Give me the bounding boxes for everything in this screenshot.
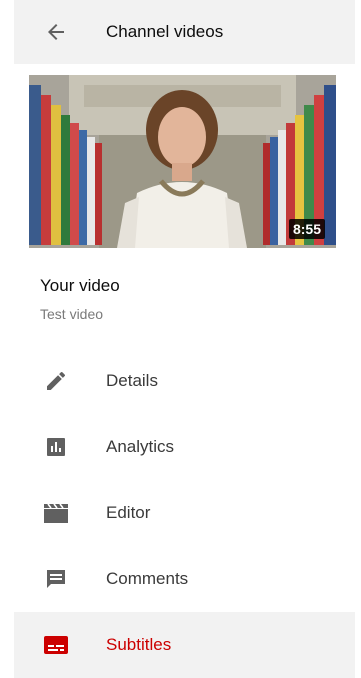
arrow-left-icon	[48, 24, 64, 40]
video-title: Your video	[40, 276, 120, 295]
menu-item-label: Analytics	[106, 437, 175, 456]
clapperboard-icon	[42, 499, 70, 527]
menu-item-label: Subtitles	[106, 635, 172, 654]
pencil-icon	[42, 367, 70, 395]
video-subtitle: Test video	[40, 306, 104, 322]
menu-item-details[interactable]: Details	[14, 348, 355, 414]
menu-item-analytics[interactable]: Analytics	[14, 414, 355, 480]
video-duration: 8:55	[288, 219, 325, 239]
video-menu: Details Analytics Editor Comments Subtit…	[14, 348, 355, 678]
menu-item-comments[interactable]: Comments	[14, 546, 355, 612]
subtitles-icon	[42, 631, 70, 659]
menu-item-editor[interactable]: Editor	[14, 480, 355, 546]
comment-icon	[42, 565, 70, 593]
menu-item-label: Editor	[106, 503, 151, 522]
menu-item-subtitles[interactable]: Subtitles	[14, 612, 355, 678]
page-title: Channel videos	[106, 22, 224, 41]
back-button[interactable]	[36, 12, 76, 52]
menu-item-label: Comments	[106, 569, 189, 588]
top-bar: Channel videos	[14, 0, 355, 64]
analytics-icon	[42, 433, 70, 461]
menu-item-label: Details	[106, 371, 158, 390]
video-thumbnail[interactable]: 8:55	[29, 75, 336, 248]
